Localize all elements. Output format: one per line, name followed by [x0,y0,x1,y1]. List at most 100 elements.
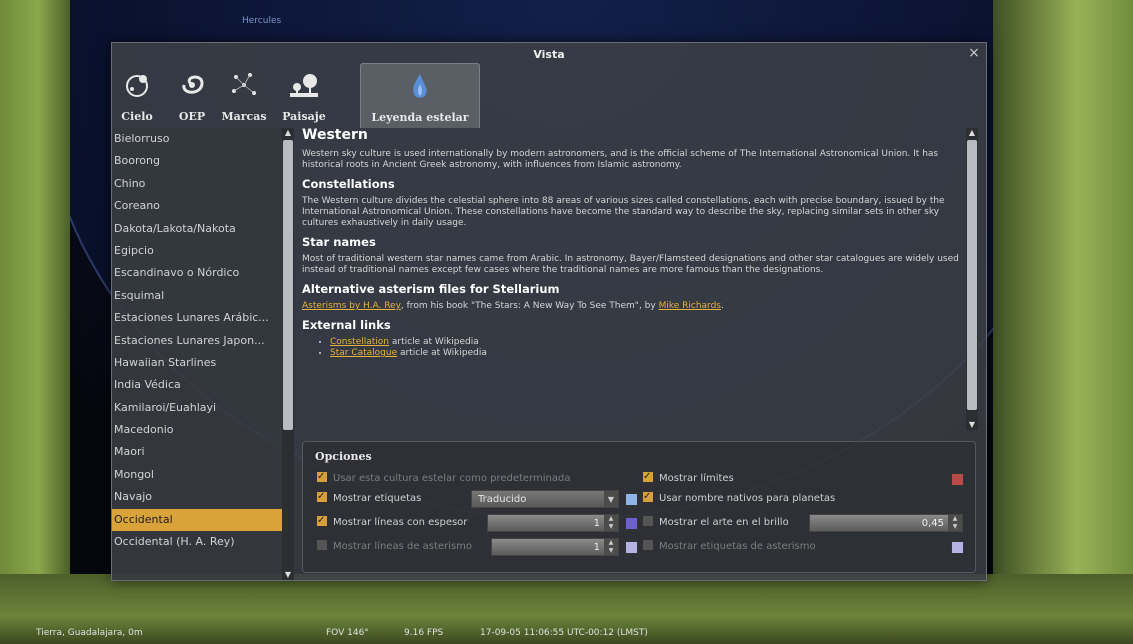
tab-sky[interactable]: Cielo [114,63,160,127]
article-title: Western [302,128,368,143]
checkbox-label: Mostrar límites [659,473,734,484]
checkbox-label: Mostrar el arte en el brillo [659,517,789,528]
scroll-up-icon[interactable]: ▲ [966,128,978,138]
constellation-link[interactable]: Constellation [330,337,389,347]
thick-lines-checkbox[interactable]: Mostrar líneas con espesor [317,512,468,532]
asterism-lines-color-swatch[interactable] [625,541,638,554]
starlore-icon [413,74,427,98]
asterism-labels-color-swatch[interactable] [951,541,964,554]
list-item[interactable]: Mongol [112,464,282,486]
galaxy-icon [182,75,204,94]
landscape-left [0,0,70,644]
tab-label: Cielo [121,110,153,123]
fps-readout: 9.16 FPS [404,628,444,638]
section-heading: Constellations [302,177,395,191]
checkbox-icon [317,488,327,506]
scrollbar-thumb[interactable] [967,140,977,410]
list-item[interactable]: India Védica [112,374,282,396]
spinner-arrows-icon[interactable]: ▲ ▼ [948,515,962,531]
list-item[interactable]: Hawaiian Starlines [112,352,282,374]
star-names-text: Most of traditional western star names c… [302,254,959,275]
list-item[interactable]: Macedonio [112,419,282,441]
list-item: Constellation article at Wikipedia [330,337,966,348]
spinner-arrows-icon[interactable]: ▲ ▼ [604,515,618,531]
show-limits-checkbox[interactable]: Mostrar límites [643,468,734,488]
labels-color-swatch[interactable] [625,493,638,506]
scroll-down-icon[interactable]: ▼ [282,570,294,580]
location-readout: Tierra, Guadalajara, 0m [36,628,143,638]
list-item[interactable]: Esquimal [112,285,282,307]
spinner-arrows-icon[interactable]: ▲ ▼ [604,539,618,555]
tab-dso[interactable]: OEP [172,63,212,127]
link-tail: article at Wikipedia [389,337,479,347]
tab-label: Leyenda estelar [371,111,469,124]
list-item[interactable]: Egipcio [112,240,282,262]
options-title: Opciones [315,450,372,463]
tab-label: Paisaje [282,110,326,123]
list-item[interactable]: Chino [112,173,282,195]
list-item[interactable]: Bielorruso [112,128,282,150]
sky-icon [126,75,148,97]
art-brightness-spinner[interactable]: 0,45 ▲ ▼ [809,514,963,532]
checkbox-icon [643,488,653,506]
checkbox-icon [317,512,327,530]
star-catalogue-link[interactable]: Star Catalogue [330,348,397,358]
constellation-label: Hercules [242,16,282,26]
list-item: Star Catalogue article at Wikipedia [330,348,966,359]
select-value: Traducido [478,494,527,505]
list-item[interactable]: Occidental (H. A. Rey) [112,531,282,553]
asterisms-link[interactable]: Asterisms by H.A. Rey [302,301,401,311]
use-default-checkbox[interactable]: Usar esta cultura estelar como predeterm… [317,468,570,488]
tab-markings[interactable]: Marcas [216,63,272,127]
tab-starlore[interactable]: Leyenda estelar [360,63,480,128]
list-item[interactable]: Escandinavo o Nórdico [112,262,282,284]
show-labels-checkbox[interactable]: Mostrar etiquetas [317,488,421,508]
limits-color-swatch[interactable] [951,473,964,486]
fov-readout: FOV 146° [326,628,369,638]
intro-text: Western sky culture is used internationa… [302,149,939,170]
tab-landscape[interactable]: Paisaje [276,63,332,127]
markings-icon [232,73,256,95]
close-button[interactable]: × [966,45,982,61]
author-link[interactable]: Mike Richards [659,301,721,311]
list-item[interactable]: Navajo [112,486,282,508]
list-item[interactable]: Estaciones Lunares Japon... [112,330,282,352]
list-item[interactable]: Estaciones Lunares Arábic... [112,307,282,329]
list-item[interactable]: Kamilaroi/Euahlayi [112,397,282,419]
landscape-right [993,0,1133,644]
checkbox-icon [643,540,653,550]
title-bar[interactable]: Vista × [112,43,986,63]
list-item[interactable]: Dakota/Lakota/Nakota [112,218,282,240]
sky-culture-list[interactable]: Bielorruso Boorong Chino Coreano Dakota/… [112,128,282,580]
alt-asterisms-text: Asterisms by H.A. Rey, from his book "Th… [302,301,966,312]
tab-label: OEP [178,110,206,123]
art-brightness-checkbox[interactable]: Mostrar el arte en el brillo [643,514,789,532]
list-scrollbar[interactable]: ▲ ▼ [282,128,294,580]
scroll-up-icon[interactable]: ▲ [282,128,294,138]
line-thickness-spinner[interactable]: 1 ▲ ▼ [487,514,619,532]
asterism-thickness-spinner[interactable]: 1 ▲ ▼ [491,538,619,556]
list-item-selected[interactable]: Occidental [112,508,282,532]
lines-color-swatch[interactable] [625,517,638,530]
content-scrollbar[interactable]: ▲ ▼ [966,128,978,430]
checkbox-icon [317,468,327,486]
list-item[interactable]: Coreano [112,195,282,217]
view-window: Vista × Cielo OEP Marcas Paisaje Leyenda… [111,42,987,581]
scroll-down-icon[interactable]: ▼ [966,420,978,430]
labels-select[interactable]: Traducido ▼ [471,490,619,508]
checkbox-icon [643,516,653,526]
scrollbar-thumb[interactable] [283,140,293,430]
list-item[interactable]: Maori [112,441,282,463]
culture-description: Western Western sky culture is used inte… [302,128,966,430]
alt-end: . [721,301,724,311]
checkbox-label: Mostrar etiquetas de asterismo [659,541,816,552]
constellations-text: The Western culture divides the celestia… [302,196,945,228]
list-item[interactable]: Boorong [112,150,282,172]
status-bar: Tierra, Guadalajara, 0m FOV 146° 9.16 FP… [0,628,1133,642]
spinner-value: 1 [593,542,600,553]
asterism-labels-checkbox[interactable]: Mostrar etiquetas de asterismo [643,538,816,556]
asterism-lines-checkbox[interactable]: Mostrar líneas de asterismo [317,538,472,556]
chevron-down-icon: ▼ [604,491,618,507]
checkbox-label: Mostrar líneas con espesor [333,517,468,528]
native-names-checkbox[interactable]: Usar nombre nativos para planetas [643,488,835,508]
